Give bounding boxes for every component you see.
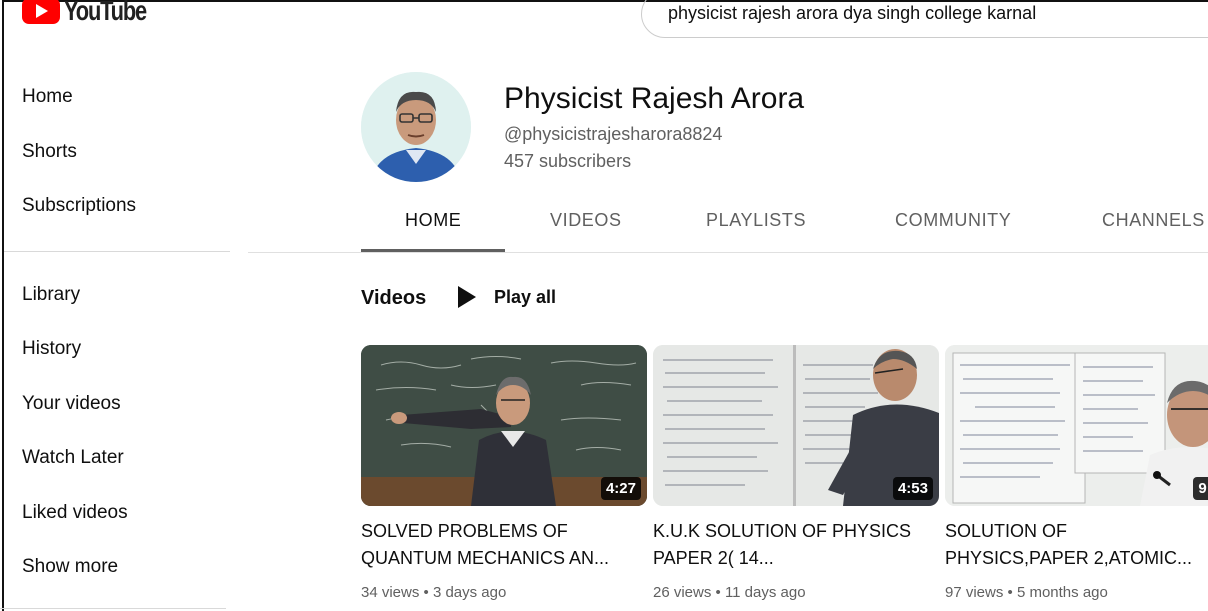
sidebar-divider <box>0 608 226 609</box>
video-title[interactable]: K.U.K SOLUTION OF PHYSICS PAPER 2( 14... <box>653 518 913 572</box>
sidebar-item-watch-later[interactable]: Watch Later <box>0 431 230 486</box>
logo-text: YouTube <box>64 0 147 26</box>
video-title[interactable]: SOLUTION OF PHYSICS,PAPER 2,ATOMIC... <box>945 518 1205 572</box>
tab-playlists[interactable]: PLAYLISTS <box>706 210 806 231</box>
sidebar-divider <box>4 250 230 252</box>
sidebar: Home Shorts Subscriptions Library Histor… <box>0 70 230 609</box>
sidebar-item-subscriptions[interactable]: Subscriptions <box>0 179 230 234</box>
sidebar-item-home[interactable]: Home <box>0 70 230 125</box>
sidebar-item-history[interactable]: History <box>0 322 230 377</box>
sidebar-item-your-videos[interactable]: Your videos <box>0 377 230 432</box>
video-thumbnail[interactable]: 4:53 <box>653 345 939 506</box>
sidebar-item-library[interactable]: Library <box>0 268 230 323</box>
tab-videos[interactable]: VIDEOS <box>550 210 622 231</box>
video-duration: 4:27 <box>600 477 641 500</box>
sidebar-item-shorts[interactable]: Shorts <box>0 125 230 180</box>
video-card[interactable]: 4:27 SOLVED PROBLEMS OF QUANTUM MECHANIC… <box>361 345 647 601</box>
video-card[interactable]: 9:0 SOLUTION OF PHYSICS,PAPER 2,ATOMIC..… <box>945 345 1208 601</box>
youtube-play-icon <box>22 0 60 24</box>
sidebar-item-liked-videos[interactable]: Liked videos <box>0 486 230 541</box>
sidebar-item-show-more[interactable]: Show more <box>0 540 230 595</box>
video-thumbnail[interactable]: 4:27 <box>361 345 647 506</box>
video-meta: 26 views • 11 days ago <box>653 584 806 601</box>
video-thumbnail[interactable]: 9:0 <box>945 345 1208 506</box>
video-duration: 9:0 <box>1193 477 1208 500</box>
whiteboard-thumbnail-image <box>945 345 1208 506</box>
channel-avatar[interactable] <box>361 72 471 182</box>
channel-name: Physicist Rajesh Arora <box>504 82 805 115</box>
play-all-button[interactable]: Play all <box>458 286 556 308</box>
section-title[interactable]: Videos <box>361 287 426 310</box>
channel-handle: @physicistrajesharora8824 <box>504 124 723 144</box>
person-avatar-icon <box>361 72 471 182</box>
video-duration: 4:53 <box>892 477 933 500</box>
video-title[interactable]: SOLVED PROBLEMS OF QUANTUM MECHANICS AN.… <box>361 518 621 572</box>
search-input[interactable]: physicist rajesh arora dya singh college… <box>641 0 1208 38</box>
tab-community[interactable]: COMMUNITY <box>895 210 1011 231</box>
play-icon <box>458 286 476 308</box>
tabs-divider <box>248 252 1208 253</box>
tab-home[interactable]: HOME <box>405 210 461 231</box>
play-all-label: Play all <box>494 286 557 307</box>
subscriber-count: 457 subscribers <box>504 151 632 171</box>
youtube-logo[interactable]: YouTube <box>22 0 169 28</box>
video-meta: 97 views • 5 months ago <box>945 584 1108 601</box>
video-meta: 34 views • 3 days ago <box>361 584 507 601</box>
video-card[interactable]: 4:53 K.U.K SOLUTION OF PHYSICS PAPER 2( … <box>653 345 939 601</box>
tab-channels[interactable]: CHANNELS <box>1102 210 1205 231</box>
